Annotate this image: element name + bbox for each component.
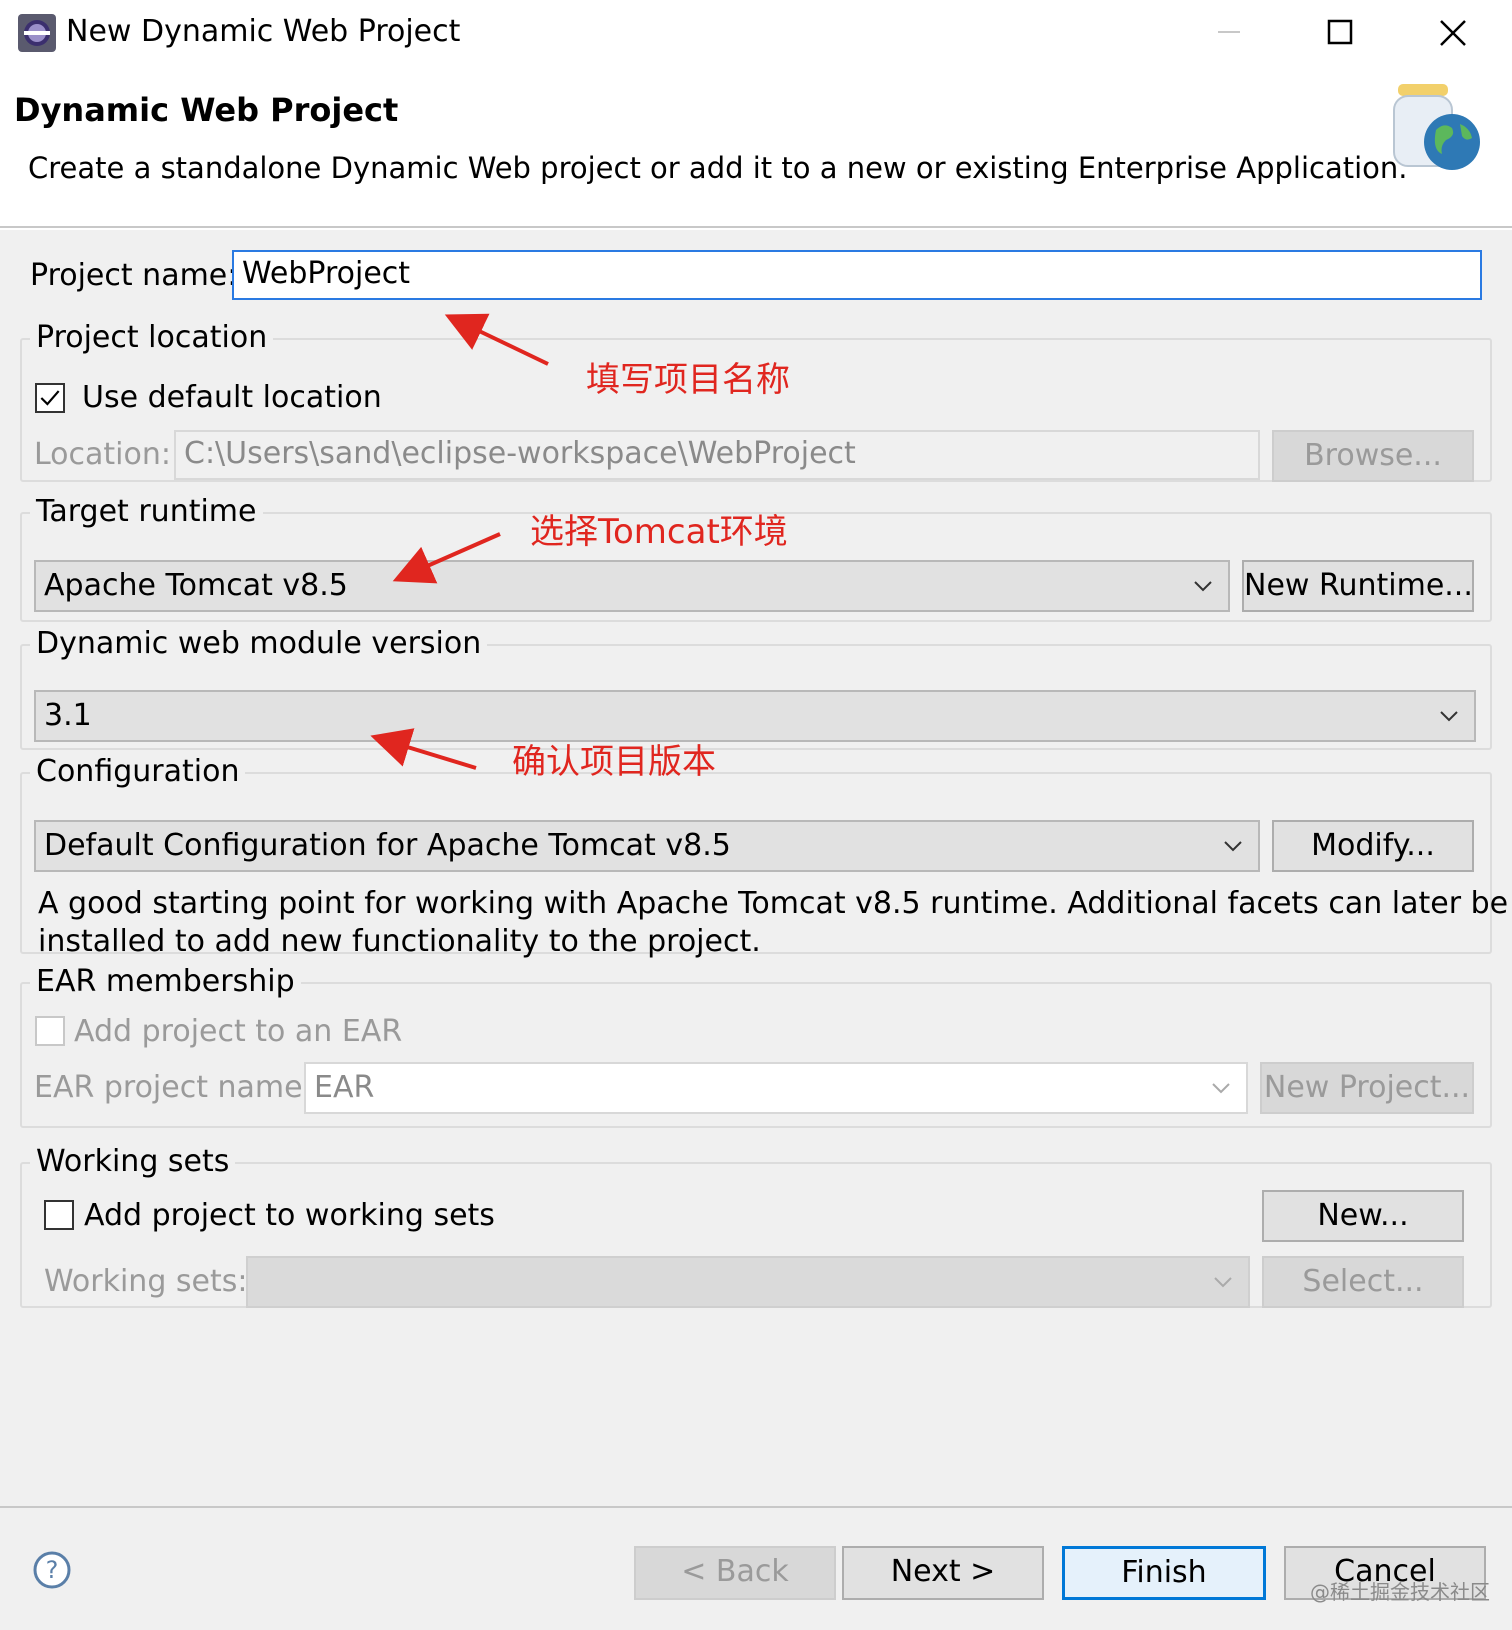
wizard-footer: ? < Back Next > Finish Cancel xyxy=(0,1506,1512,1630)
finish-button[interactable]: Finish xyxy=(1062,1546,1266,1600)
eclipse-app-icon xyxy=(18,14,56,52)
svg-text:?: ? xyxy=(46,1556,59,1584)
arrow-to-project-name xyxy=(444,313,549,366)
watermark: @稀土掘金技术社区 xyxy=(1310,1580,1490,1604)
web-project-globe-icon xyxy=(1393,84,1480,170)
arrow-to-target-runtime xyxy=(392,532,501,584)
arrow-to-module-version xyxy=(370,728,477,770)
page-title: Dynamic Web Project xyxy=(14,91,399,129)
title-bar: New Dynamic Web Project xyxy=(0,0,1512,66)
close-icon[interactable] xyxy=(1424,8,1484,56)
window-title: New Dynamic Web Project xyxy=(66,14,461,49)
wizard-header: Dynamic Web Project Create a standalone … xyxy=(0,66,1512,228)
page-description: Create a standalone Dynamic Web project … xyxy=(28,151,1408,185)
next-button[interactable]: Next > xyxy=(842,1546,1044,1600)
wizard-content: Project name: WebProject Project locatio… xyxy=(0,230,1512,1506)
annotation-arrows xyxy=(370,313,549,770)
help-icon[interactable]: ? xyxy=(32,1550,72,1590)
maximize-icon[interactable] xyxy=(1310,8,1370,56)
back-button[interactable]: < Back xyxy=(634,1546,836,1600)
minimize-icon[interactable] xyxy=(1198,8,1258,56)
